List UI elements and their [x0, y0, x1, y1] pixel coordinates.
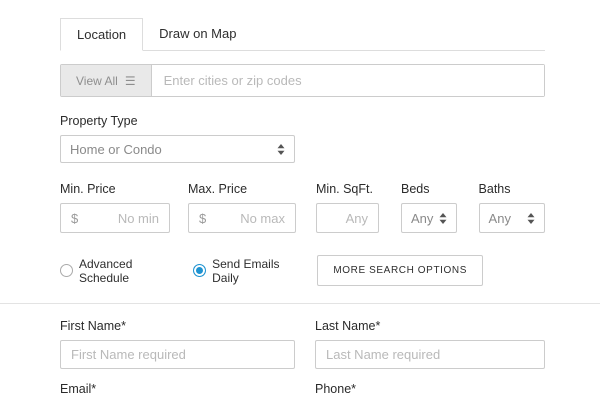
min-price-field: Min. Price $ — [60, 182, 170, 233]
email-field: Email* — [60, 382, 295, 403]
first-name-field: First Name* — [60, 319, 295, 369]
view-all-label: View All — [76, 74, 118, 88]
max-price-input[interactable] — [210, 211, 285, 226]
min-price-inputbox: $ — [60, 203, 170, 233]
dollar-prefix: $ — [199, 211, 206, 226]
beds-field: Beds Any — [401, 182, 457, 233]
baths-value: Any — [489, 211, 511, 226]
baths-select[interactable]: Any — [479, 203, 545, 233]
contact-form: First Name* Last Name* Email* Phone* Nam… — [60, 319, 545, 403]
updown-arrow-icon — [277, 144, 285, 155]
min-price-label: Min. Price — [60, 182, 170, 196]
updown-arrow-icon — [527, 213, 535, 224]
tab-draw-on-map[interactable]: Draw on Map — [143, 18, 252, 50]
beds-value: Any — [411, 211, 433, 226]
send-emails-daily-label: Send Emails Daily — [212, 257, 303, 285]
property-type-value: Home or Condo — [70, 142, 162, 157]
phone-label: Phone* — [315, 382, 545, 396]
radio-unchecked-icon — [60, 264, 73, 277]
baths-field: Baths Any — [479, 182, 545, 233]
min-sqft-label: Min. SqFt. — [316, 182, 379, 196]
schedule-row: Advanced Schedule Send Emails Daily MORE… — [60, 255, 545, 286]
advanced-schedule-label: Advanced Schedule — [79, 257, 179, 285]
max-price-label: Max. Price — [188, 182, 296, 196]
tab-bar: Location Draw on Map — [60, 18, 545, 51]
min-sqft-inputbox — [316, 203, 379, 233]
radio-checked-icon — [193, 264, 206, 277]
tab-location[interactable]: Location — [60, 18, 143, 51]
last-name-field: Last Name* — [315, 319, 545, 369]
property-type-section: Property Type Home or Condo — [60, 114, 545, 163]
radio-send-emails-daily[interactable]: Send Emails Daily — [193, 257, 303, 285]
beds-select[interactable]: Any — [401, 203, 457, 233]
hamburger-menu-icon: ☰ — [125, 75, 136, 87]
last-name-input[interactable] — [315, 340, 545, 369]
max-price-field: Max. Price $ — [188, 182, 296, 233]
first-name-label: First Name* — [60, 319, 295, 333]
beds-label: Beds — [401, 182, 457, 196]
radio-advanced-schedule[interactable]: Advanced Schedule — [60, 257, 179, 285]
baths-label: Baths — [479, 182, 545, 196]
min-price-input[interactable] — [82, 211, 159, 226]
more-search-options-button[interactable]: MORE SEARCH OPTIONS — [317, 255, 483, 286]
view-all-button[interactable]: View All ☰ — [61, 65, 152, 96]
dollar-prefix: $ — [71, 211, 78, 226]
property-type-label: Property Type — [60, 114, 545, 128]
last-name-label: Last Name* — [315, 319, 545, 333]
property-type-select[interactable]: Home or Condo — [60, 135, 295, 163]
city-search-group: View All ☰ — [60, 64, 545, 97]
max-price-inputbox: $ — [188, 203, 296, 233]
min-sqft-input[interactable] — [327, 211, 368, 226]
city-search-input[interactable] — [152, 65, 544, 96]
first-name-input[interactable] — [60, 340, 295, 369]
filters-row: Min. Price $ Max. Price $ Min. SqFt. Bed… — [60, 182, 545, 233]
search-form-page: Location Draw on Map View All ☰ Property… — [0, 0, 600, 403]
email-label: Email* — [60, 382, 295, 396]
section-divider — [0, 303, 600, 304]
updown-arrow-icon — [439, 213, 447, 224]
min-sqft-field: Min. SqFt. — [316, 182, 379, 233]
phone-field: Phone* — [315, 382, 545, 403]
